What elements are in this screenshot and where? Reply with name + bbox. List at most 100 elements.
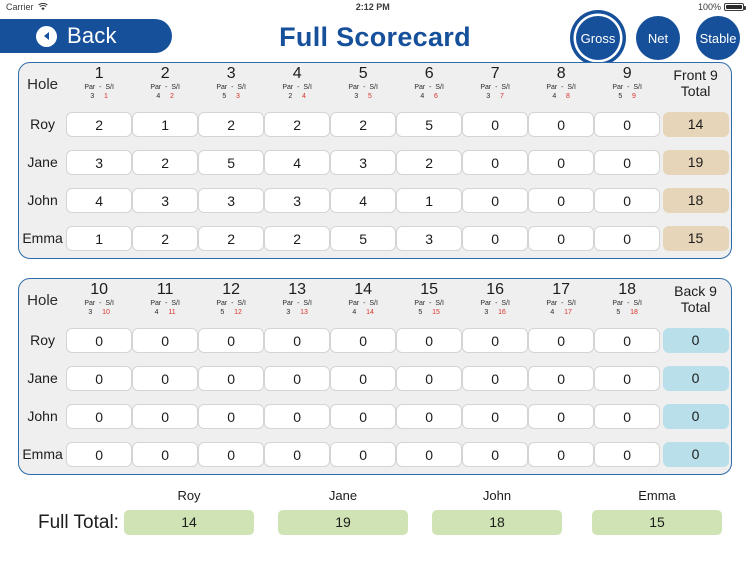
score-input[interactable]: 5 [198, 149, 265, 175]
score-input[interactable]: 4 [66, 187, 133, 213]
score-input[interactable]: 0 [462, 327, 529, 353]
score-input[interactable]: 0 [198, 327, 265, 353]
score-input[interactable]: 0 [330, 327, 397, 353]
hole-number: 11 [156, 281, 174, 299]
score-input[interactable]: 0 [462, 441, 529, 467]
score-input[interactable]: 3 [198, 187, 265, 213]
score-input[interactable]: 2 [330, 111, 397, 137]
score-cell: 4 [264, 143, 331, 181]
score-input[interactable]: 0 [264, 327, 331, 353]
score-input[interactable]: 2 [66, 111, 133, 137]
score-input[interactable]: 0 [132, 441, 199, 467]
score-input[interactable]: 2 [264, 225, 331, 251]
score-input[interactable]: 0 [66, 327, 133, 353]
score-input[interactable]: 3 [264, 187, 331, 213]
score-input[interactable]: 1 [132, 111, 199, 137]
score-cell: 0 [594, 435, 661, 473]
score-input[interactable]: 3 [330, 149, 397, 175]
hole-number: 16 [486, 281, 505, 299]
score-input[interactable]: 2 [198, 111, 265, 137]
score-cell: 0 [528, 143, 595, 181]
score-input[interactable]: 0 [528, 111, 595, 137]
score-input[interactable]: 2 [132, 225, 199, 251]
score-input[interactable]: 0 [528, 327, 595, 353]
score-input[interactable]: 2 [264, 111, 331, 137]
score-input[interactable]: 0 [594, 441, 661, 467]
score-input[interactable]: 0 [594, 225, 661, 251]
score-input[interactable]: 0 [330, 403, 397, 429]
score-input[interactable]: 4 [264, 149, 331, 175]
par-value: 5 [418, 308, 423, 316]
score-input[interactable]: 0 [198, 365, 265, 391]
score-input[interactable]: 0 [330, 365, 397, 391]
score-input[interactable]: 0 [594, 403, 661, 429]
score-input[interactable]: 1 [396, 187, 463, 213]
score-input[interactable]: 0 [264, 403, 331, 429]
front-nine-table-body: Hole 1 Par - S/I 3 1 2 Par - S/I 4 2 3 P… [19, 63, 731, 257]
score-input[interactable]: 0 [132, 403, 199, 429]
score-input[interactable]: 0 [594, 365, 661, 391]
score-input[interactable]: 0 [462, 111, 529, 137]
mode-button-net[interactable]: Net [636, 16, 680, 60]
score-input[interactable]: 2 [198, 225, 265, 251]
score-cell: 2 [264, 219, 331, 257]
score-input[interactable]: 0 [198, 441, 265, 467]
score-input[interactable]: 5 [396, 111, 463, 137]
score-input[interactable]: 3 [396, 225, 463, 251]
back-nine-total-header: Back 9 Total [660, 279, 731, 321]
si-value: 16 [498, 308, 506, 316]
score-input[interactable]: 0 [396, 365, 463, 391]
score-input[interactable]: 0 [462, 403, 529, 429]
score-input[interactable]: 3 [132, 187, 199, 213]
score-input[interactable]: 0 [396, 327, 463, 353]
score-cell: 0 [594, 397, 661, 435]
score-input[interactable]: 0 [330, 441, 397, 467]
par-value: 4 [420, 92, 425, 100]
score-input[interactable]: 0 [66, 365, 133, 391]
score-input[interactable]: 0 [462, 187, 529, 213]
score-input[interactable]: 0 [132, 365, 199, 391]
score-input[interactable]: 0 [528, 441, 595, 467]
score-input[interactable]: 2 [396, 149, 463, 175]
hole-number: 10 [90, 281, 109, 299]
score-input[interactable]: 0 [462, 149, 529, 175]
front-nine-total-value: 14 [662, 111, 729, 137]
score-input[interactable]: 0 [594, 111, 661, 137]
score-input[interactable]: 2 [132, 149, 199, 175]
hole-number: 7 [490, 65, 500, 83]
score-cell: 0 [594, 143, 661, 181]
mode-button-gross[interactable]: Gross [576, 16, 620, 60]
score-input[interactable]: 0 [594, 187, 661, 213]
score-input[interactable]: 0 [528, 225, 595, 251]
score-input[interactable]: 0 [198, 403, 265, 429]
score-input[interactable]: 0 [396, 441, 463, 467]
score-input[interactable]: 0 [132, 327, 199, 353]
score-input[interactable]: 1 [66, 225, 133, 251]
score-input[interactable]: 3 [66, 149, 133, 175]
score-input[interactable]: 0 [528, 403, 595, 429]
score-input[interactable]: 4 [330, 187, 397, 213]
score-input[interactable]: 0 [528, 149, 595, 175]
mode-button-stable[interactable]: Stable [696, 16, 740, 60]
score-input[interactable]: 0 [528, 187, 595, 213]
front-nine-hole-header-3: 3 Par - S/I 5 3 [198, 63, 264, 105]
front-nine-total-value: 18 [662, 187, 729, 213]
score-input[interactable]: 0 [594, 327, 661, 353]
par-si-label: Par - S/I 5 15 [396, 300, 462, 318]
score-input[interactable]: 0 [396, 403, 463, 429]
full-total-label: Full Total: [38, 512, 119, 533]
score-input[interactable]: 0 [594, 149, 661, 175]
score-input[interactable]: 0 [528, 365, 595, 391]
score-input[interactable]: 0 [66, 403, 133, 429]
total-cell: 19 [660, 143, 731, 181]
score-input[interactable]: 5 [330, 225, 397, 251]
si-value: 8 [566, 92, 570, 100]
score-input[interactable]: 0 [264, 441, 331, 467]
score-input[interactable]: 0 [462, 225, 529, 251]
score-input[interactable]: 0 [462, 365, 529, 391]
par-si-caption: Par - S/I [348, 300, 378, 308]
score-input[interactable]: 0 [66, 441, 133, 467]
hole-number: 14 [354, 281, 373, 299]
score-input[interactable]: 0 [264, 365, 331, 391]
score-cell: 0 [264, 397, 331, 435]
